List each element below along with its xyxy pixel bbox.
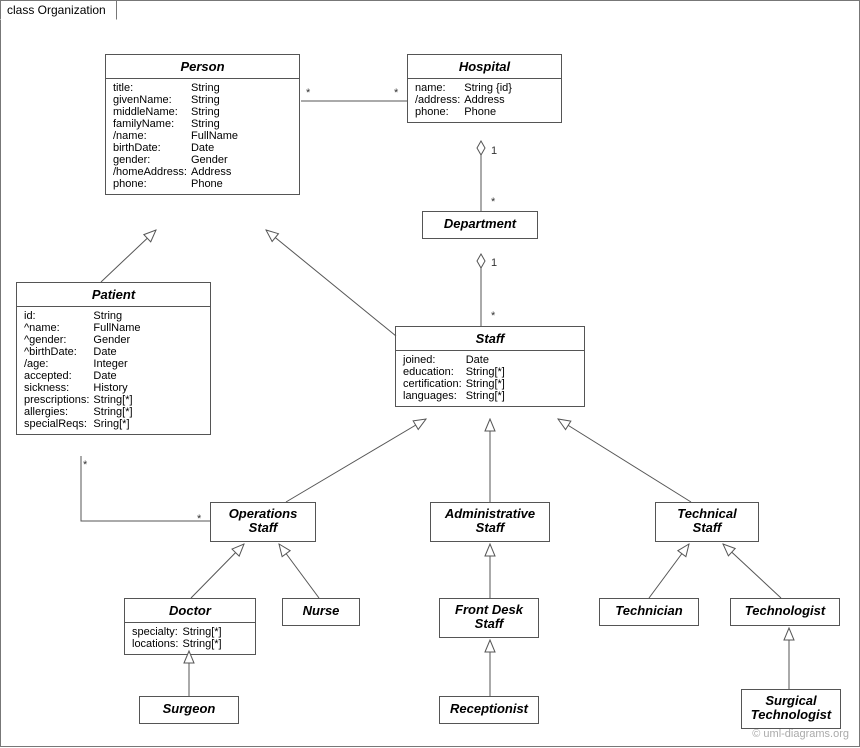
class-operations-staff: OperationsStaff [210, 502, 316, 542]
class-title: Patient [17, 283, 210, 306]
class-surgical-technologist: SurgicalTechnologist [741, 689, 841, 729]
class-receptionist: Receptionist [439, 696, 539, 724]
class-hospital: Hospital name:String {id}/address:Addres… [407, 54, 562, 123]
diagram-canvas: class Organization Person title:Stringgi… [0, 0, 860, 747]
class-doctor: Doctor specialty:String[*]locations:Stri… [124, 598, 256, 655]
multiplicity: * [83, 459, 87, 471]
class-title: AdministrativeStaff [431, 503, 549, 539]
class-title: Technologist [731, 599, 839, 622]
class-title: Hospital [408, 55, 561, 78]
class-title: TechnicalStaff [656, 503, 758, 539]
class-surgeon: Surgeon [139, 696, 239, 724]
class-title: Surgeon [140, 697, 238, 720]
class-attrs: name:String {id}/address:Addressphone:Ph… [408, 78, 561, 122]
multiplicity: * [197, 513, 201, 525]
class-title: Doctor [125, 599, 255, 622]
class-title: Staff [396, 327, 584, 350]
class-department: Department [422, 211, 538, 239]
watermark: © uml-diagrams.org [752, 728, 849, 740]
class-nurse: Nurse [282, 598, 360, 626]
multiplicity: * [306, 87, 310, 99]
multiplicity: 1 [491, 257, 497, 269]
diagram-title: class Organization [7, 3, 106, 17]
multiplicity: * [491, 196, 495, 208]
class-title: Department [423, 212, 537, 235]
class-title: Front DeskStaff [440, 599, 538, 635]
class-attrs: joined:Dateeducation:String[*]certificat… [396, 350, 584, 406]
class-technologist: Technologist [730, 598, 840, 626]
class-staff: Staff joined:Dateeducation:String[*]cert… [395, 326, 585, 407]
class-administrative-staff: AdministrativeStaff [430, 502, 550, 542]
class-title: Nurse [283, 599, 359, 622]
class-attrs: id:String^name:FullName^gender:Gender^bi… [17, 306, 210, 434]
class-patient: Patient id:String^name:FullName^gender:G… [16, 282, 211, 435]
class-title: OperationsStaff [211, 503, 315, 539]
multiplicity: 1 [491, 145, 497, 157]
class-title: Person [106, 55, 299, 78]
class-front-desk-staff: Front DeskStaff [439, 598, 539, 638]
class-title: Receptionist [440, 697, 538, 720]
class-title: SurgicalTechnologist [742, 690, 840, 726]
class-technician: Technician [599, 598, 699, 626]
multiplicity: * [491, 310, 495, 322]
diagram-title-tab: class Organization [0, 0, 117, 20]
class-person: Person title:StringgivenName:Stringmiddl… [105, 54, 300, 195]
class-technical-staff: TechnicalStaff [655, 502, 759, 542]
class-title: Technician [600, 599, 698, 622]
class-attrs: specialty:String[*]locations:String[*] [125, 622, 255, 654]
multiplicity: * [394, 87, 398, 99]
class-attrs: title:StringgivenName:StringmiddleName:S… [106, 78, 299, 194]
